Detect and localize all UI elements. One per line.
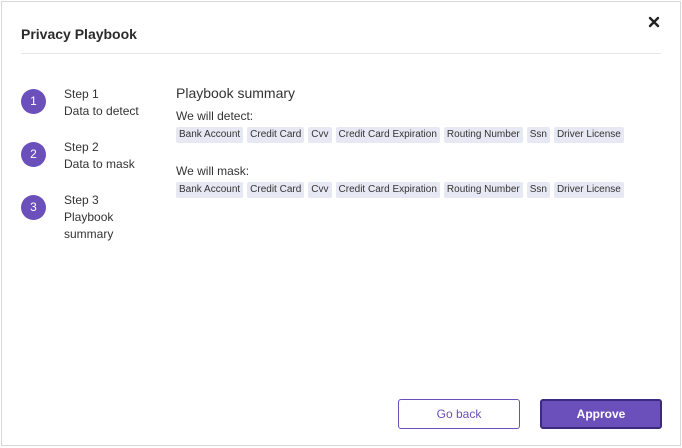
step-number-badge: 1	[21, 89, 46, 114]
mask-chip: Cvv	[308, 182, 332, 198]
detect-chip: Driver License	[553, 127, 624, 143]
step-label: Step 1	[64, 87, 99, 101]
approve-button[interactable]: Approve	[540, 399, 662, 429]
dialog-title: Privacy Playbook	[21, 26, 137, 42]
detect-chip: Bank Account	[176, 127, 244, 143]
step-number-badge: 2	[21, 142, 46, 167]
mask-chip: Bank Account	[176, 182, 244, 198]
privacy-playbook-dialog: Privacy Playbook 1 Step 1 Data to detect…	[1, 1, 681, 446]
detect-chip: Cvv	[308, 127, 332, 143]
step-label: Step 2	[64, 140, 99, 154]
detect-chip: Credit Card Expiration	[335, 127, 440, 143]
go-back-button[interactable]: Go back	[398, 399, 520, 429]
detect-chip: Credit Card	[247, 127, 305, 143]
detect-chip: Ssn	[526, 127, 550, 143]
mask-label: We will mask:	[176, 164, 250, 178]
mask-chip: Credit Card	[247, 182, 305, 198]
detect-chips: Bank Account Credit Card Cvv Credit Card…	[176, 127, 656, 143]
detect-label: We will detect:	[176, 109, 254, 123]
detect-chip: Routing Number	[443, 127, 523, 143]
close-icon[interactable]	[646, 14, 662, 30]
playbook-summary: Playbook summary We will detect: Bank Ac…	[176, 85, 656, 219]
mask-chip: Routing Number	[443, 182, 523, 198]
mask-chip: Ssn	[526, 182, 550, 198]
step-number-badge: 3	[21, 195, 46, 220]
summary-title: Playbook summary	[176, 85, 296, 101]
step-name: Data to detect	[64, 104, 139, 118]
mask-chips: Bank Account Credit Card Cvv Credit Card…	[176, 182, 656, 198]
mask-chip: Driver License	[553, 182, 624, 198]
step-name: Playbook summary	[64, 210, 114, 241]
step-label: Step 3	[64, 193, 99, 207]
mask-chip: Credit Card Expiration	[335, 182, 440, 198]
step-name: Data to mask	[64, 157, 135, 171]
header-divider	[21, 53, 661, 54]
